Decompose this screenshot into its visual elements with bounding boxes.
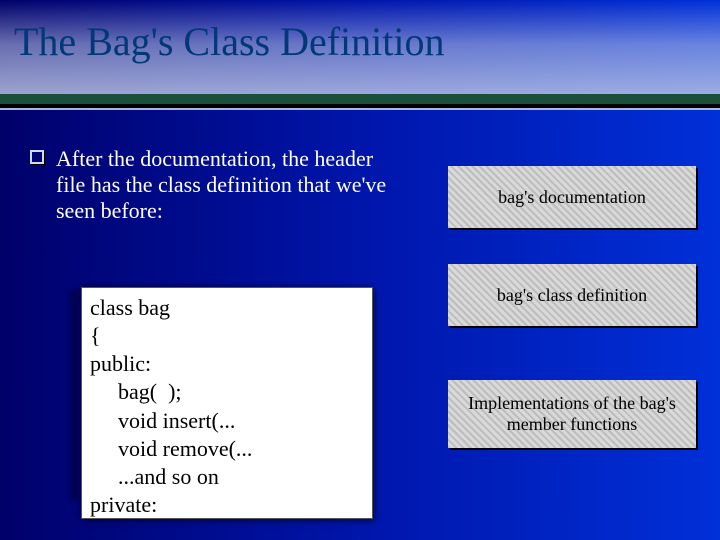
- file-section-class-definition: bag's class definition: [448, 264, 696, 326]
- divider-green: [0, 94, 720, 104]
- file-section-label: bag's class definition: [491, 285, 653, 306]
- code-line: private:: [90, 491, 364, 519]
- code-line: public:: [90, 350, 364, 378]
- slide-title: The Bag's Class Definition: [14, 18, 445, 65]
- code-line: void remove(...: [90, 435, 364, 463]
- bullet-text: After the documentation, the header file…: [56, 146, 396, 224]
- code-box: class bag { public: bag( ); void insert(…: [82, 288, 372, 518]
- file-section-documentation: bag's documentation: [448, 166, 696, 228]
- divider-black: [0, 104, 720, 108]
- code-line: class bag: [90, 294, 364, 322]
- bullet-content: After the documentation, the header file…: [56, 146, 386, 223]
- file-section-implementations: Implementations of the bag's member func…: [448, 380, 696, 448]
- file-section-label: Implementations of the bag's member func…: [448, 393, 696, 434]
- code-line: void insert(...: [90, 407, 364, 435]
- code-line: bag( );: [90, 378, 364, 406]
- bullet-marker-icon: [30, 150, 44, 164]
- code-line: {: [90, 322, 364, 350]
- file-section-label: bag's documentation: [492, 187, 652, 208]
- slide: The Bag's Class Definition After the doc…: [0, 0, 720, 540]
- code-line: ...and so on: [90, 463, 364, 491]
- code-left-shadow: [70, 290, 78, 500]
